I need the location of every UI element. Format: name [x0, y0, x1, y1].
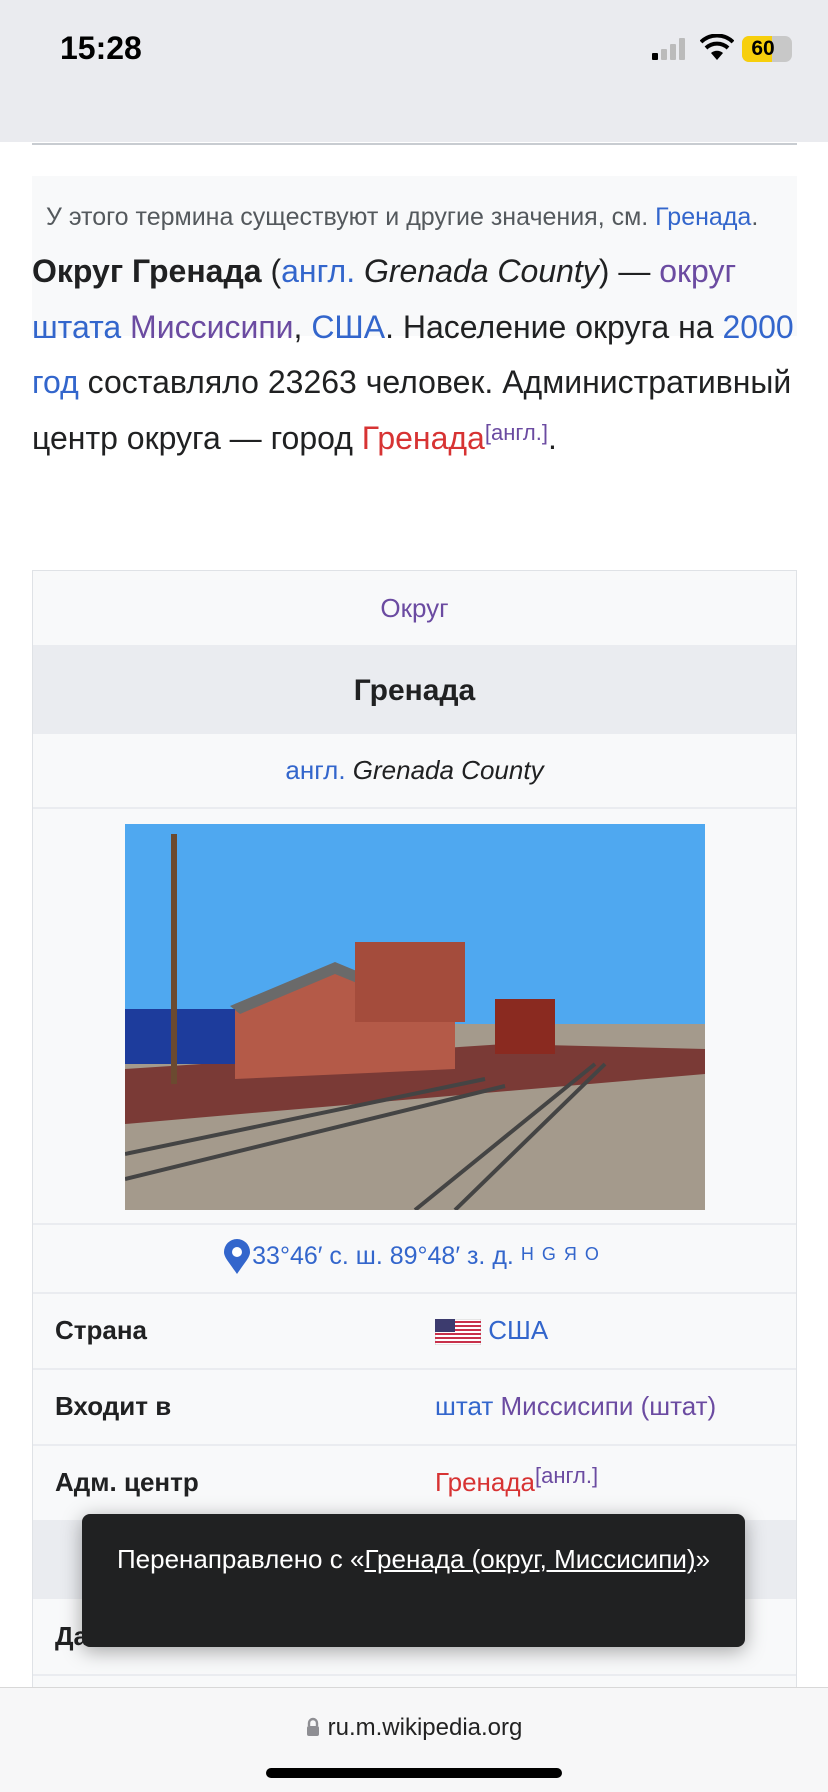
redirect-source-link[interactable]: Гренада (округ, Миссисипи): [364, 1544, 695, 1574]
divider: [32, 143, 797, 145]
cellular-signal-icon: [652, 38, 685, 60]
location-pin-icon: [224, 1239, 251, 1275]
coordinates-link[interactable]: 33°46′ с. ш. 89°48′ з. д.: [252, 1242, 514, 1270]
map-link-o[interactable]: O: [585, 1244, 607, 1264]
battery-icon: 60: [742, 36, 792, 62]
infobox-row-country: Страна США: [33, 1294, 796, 1370]
wifi-icon: [700, 34, 734, 60]
city-link[interactable]: Гренада: [362, 420, 485, 456]
hatnote-link[interactable]: Гренада: [655, 203, 751, 231]
lead-paragraph: Округ Гренада (англ. Grenada County) — о…: [32, 253, 794, 456]
infobox-row-part-of: Входит в штат Миссисипи (штат): [33, 1370, 796, 1446]
map-link-h[interactable]: H: [521, 1244, 542, 1264]
station-photo[interactable]: [125, 824, 705, 1210]
country-link[interactable]: США: [488, 1315, 548, 1345]
mississippi-state-link[interactable]: Миссисипи (штат): [501, 1391, 717, 1421]
usa-link[interactable]: США: [311, 309, 385, 345]
okrug-link[interactable]: округ: [659, 253, 736, 289]
engl-interwiki-link[interactable]: [англ.]: [485, 420, 548, 445]
state-link[interactable]: штат: [435, 1391, 493, 1421]
home-indicator[interactable]: [266, 1768, 562, 1778]
lock-icon: [306, 1717, 319, 1736]
browser-bottom-bar: ru.m.wikipedia.org: [0, 1687, 828, 1792]
engl-link[interactable]: англ.: [281, 253, 355, 289]
infobox-engl-link[interactable]: англ.: [285, 755, 345, 785]
infobox-type-link[interactable]: Округ: [380, 593, 448, 623]
status-bar: 15:28 60: [0, 0, 828, 142]
state-link[interactable]: штата: [32, 309, 121, 345]
address-bar[interactable]: ru.m.wikipedia.org: [0, 1714, 828, 1742]
mississippi-link[interactable]: Миссисипи: [130, 309, 293, 345]
adm-center-link[interactable]: Гренада: [435, 1467, 535, 1497]
map-link-g[interactable]: G: [542, 1244, 564, 1264]
map-link-ya[interactable]: Я: [564, 1244, 585, 1264]
adm-engl-link[interactable]: [англ.]: [535, 1463, 598, 1488]
clock: 15:28: [60, 30, 142, 66]
us-flag-icon: [434, 1318, 482, 1346]
infobox-row-adm-center: Адм. центр Гренада[англ.]: [33, 1446, 796, 1522]
redirect-toast: Перенаправлено с «Гренада (округ, Миссис…: [82, 1514, 745, 1647]
infobox-title: Гренада: [33, 647, 796, 734]
